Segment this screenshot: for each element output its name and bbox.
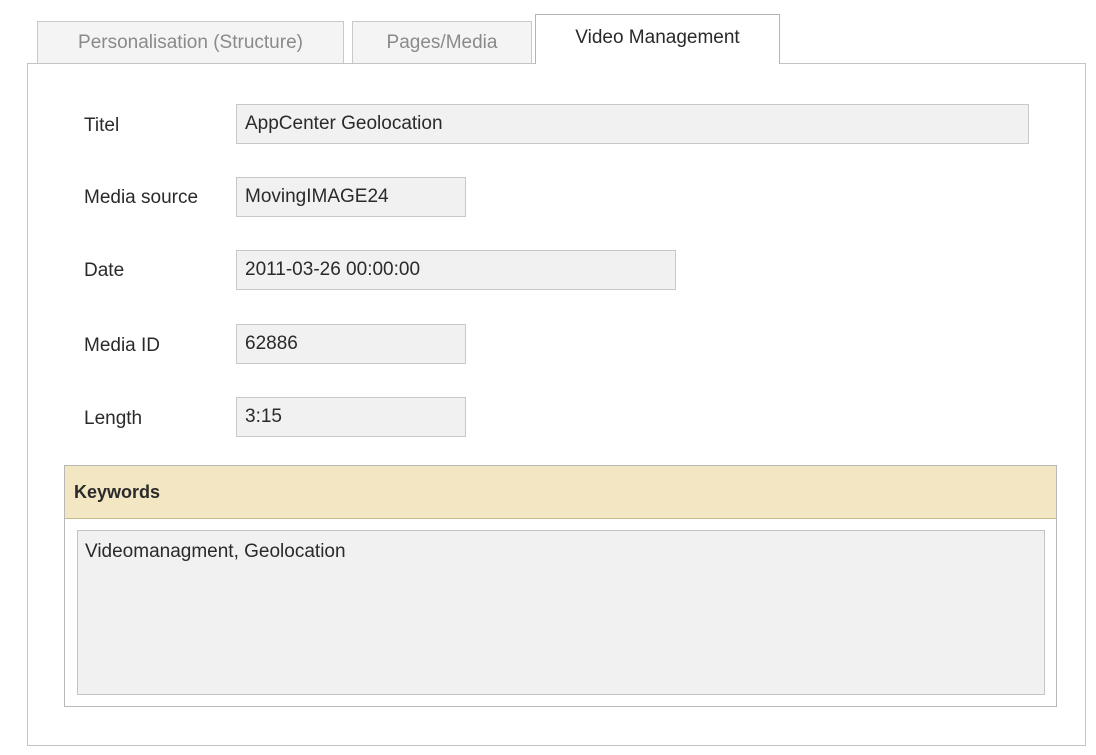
tab-pages-media[interactable]: Pages/Media — [352, 21, 532, 63]
date-field[interactable]: 2011-03-26 00:00:00 — [236, 250, 676, 290]
media-source-label: Media source — [84, 187, 199, 208]
length-field[interactable]: 3:15 — [236, 397, 466, 437]
video-management-form: Personalisation (Structure) Pages/Media … — [0, 0, 1096, 755]
date-label: Date — [84, 260, 125, 281]
tab-video-management[interactable]: Video Management — [535, 14, 780, 64]
title-label: Titel — [84, 115, 120, 136]
length-label: Length — [84, 408, 143, 429]
title-field[interactable]: AppCenter Geolocation — [236, 104, 1029, 144]
media-id-field[interactable]: 62886 — [236, 324, 466, 364]
keywords-textarea[interactable]: Videomanagment, Geolocation — [77, 530, 1045, 695]
tab-personalisation-structure[interactable]: Personalisation (Structure) — [37, 21, 344, 63]
media-id-label: Media ID — [84, 335, 161, 356]
media-source-field[interactable]: MovingIMAGE24 — [236, 177, 466, 217]
keywords-header: Keywords — [65, 466, 1056, 519]
keywords-section: Keywords Videomanagment, Geolocation — [64, 465, 1057, 707]
